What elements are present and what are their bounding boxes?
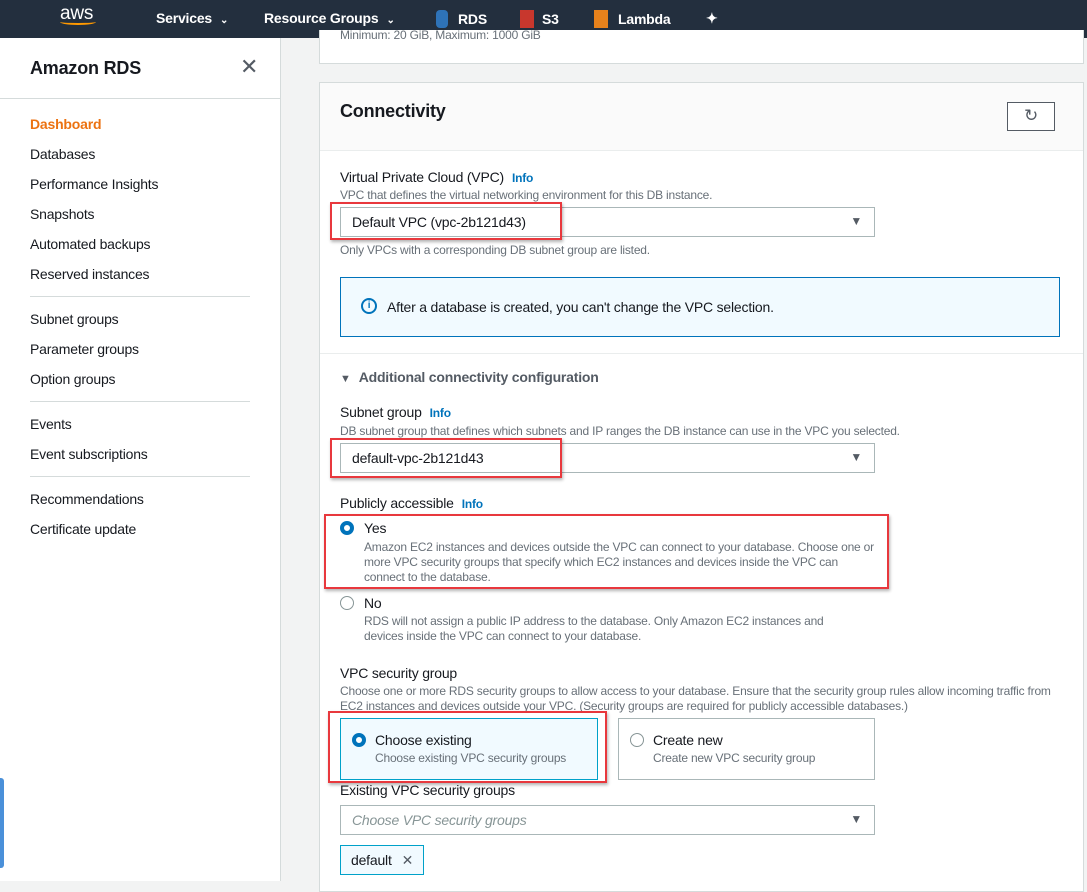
sidebar-title: Amazon RDS (30, 58, 142, 78)
create-new-label: Create new (653, 732, 723, 748)
subnet-label: Subnet group Info (340, 404, 451, 420)
alert-text: After a database is created, you can't c… (387, 299, 774, 315)
vpc-description: VPC that defines the virtual networking … (340, 188, 713, 202)
chevron-down-icon: ⌄ (386, 15, 395, 26)
refresh-icon: ↻ (1023, 106, 1039, 125)
sidebar-item-certificate-update[interactable]: Certificate update (30, 521, 136, 537)
divider (320, 353, 1083, 354)
existing-sg-placeholder: Choose VPC security groups (352, 812, 527, 828)
rds-label: RDS (458, 11, 487, 27)
public-label-text: Publicly accessible (340, 495, 454, 511)
sidebar-item-events[interactable]: Events (30, 416, 72, 432)
public-no-label: No (364, 595, 382, 611)
token-label: default (351, 852, 392, 868)
divider (30, 296, 250, 297)
create-new-desc: Create new VPC security group (653, 751, 816, 765)
sidebar-item-automated-backups[interactable]: Automated backups (30, 236, 151, 252)
s3-shortcut[interactable]: S3 (520, 10, 559, 28)
lambda-shortcut[interactable]: Lambda (594, 10, 671, 28)
vpc-info-link[interactable]: Info (512, 171, 533, 185)
chevron-down-icon: ⌄ (220, 15, 229, 26)
sidebar-item-snapshots[interactable]: Snapshots (30, 206, 95, 222)
public-label: Publicly accessible Info (340, 495, 483, 511)
vpc-info-alert: i After a database is created, you can't… (340, 277, 1060, 337)
subnet-description: DB subnet group that defines which subne… (340, 424, 900, 438)
connectivity-title: Connectivity (340, 101, 446, 121)
public-no-description: RDS will not assign a public IP address … (364, 614, 824, 643)
highlight-box (328, 711, 607, 783)
refresh-button[interactable]: ↻ (1007, 102, 1055, 131)
sidebar-item-reserved-instances[interactable]: Reserved instances (30, 266, 150, 282)
s3-label: S3 (542, 11, 559, 27)
existing-sg-label: Existing VPC security groups (340, 782, 515, 798)
services-menu[interactable]: Services ⌄ (156, 10, 228, 26)
additional-config-label: Additional connectivity configuration (358, 369, 599, 385)
s3-icon (520, 10, 534, 28)
sg-label: VPC security group (340, 665, 458, 681)
additional-config-toggle[interactable]: ▼ Additional connectivity configuration (340, 369, 599, 385)
create-new-tile[interactable]: Create new Create new VPC security group (618, 718, 875, 780)
resource-groups-menu[interactable]: Resource Groups ⌄ (264, 10, 395, 26)
divider (0, 98, 280, 99)
sidebar-item-recommendations[interactable]: Recommendations (30, 491, 144, 507)
vpc-label: Virtual Private Cloud (VPC) Info (340, 169, 533, 185)
vpc-label-text: Virtual Private Cloud (VPC) (340, 169, 504, 185)
existing-sg-select[interactable]: Choose VPC security groups ▼ (340, 805, 875, 835)
divider (30, 476, 250, 477)
caret-down-icon: ▼ (340, 373, 351, 385)
dropdown-arrow-icon: ▼ (850, 812, 862, 826)
sg-description: Choose one or more RDS security groups t… (340, 684, 1051, 713)
feedback-tab[interactable] (0, 778, 4, 868)
highlight-box (324, 514, 889, 589)
create-new-radio[interactable] (630, 733, 644, 747)
rds-shortcut[interactable]: RDS (436, 10, 487, 28)
remove-token-icon[interactable]: ✕ (402, 852, 414, 868)
public-info-link[interactable]: Info (462, 497, 483, 511)
previous-panel: Minimum: 20 GiB, Maximum: 1000 GiB (319, 30, 1084, 64)
services-label: Services (156, 10, 213, 26)
subnet-info-link[interactable]: Info (430, 406, 451, 420)
resource-groups-label: Resource Groups (264, 10, 379, 26)
rds-icon (436, 10, 448, 28)
subnet-label-text: Subnet group (340, 404, 422, 420)
close-icon[interactable]: ✕ (240, 54, 258, 80)
dropdown-arrow-icon: ▼ (850, 450, 862, 464)
vpc-hint: Only VPCs with a corresponding DB subnet… (340, 243, 650, 257)
sidebar-item-databases[interactable]: Databases (30, 146, 95, 162)
sidebar-item-subnet-groups[interactable]: Subnet groups (30, 311, 119, 327)
sidebar: Amazon RDS ✕ Dashboard Databases Perform… (0, 38, 281, 881)
sidebar-item-parameter-groups[interactable]: Parameter groups (30, 341, 139, 357)
highlight-box (330, 202, 562, 240)
aws-logo-text: aws (60, 3, 94, 24)
info-icon: i (361, 298, 377, 314)
sg-token-default: default ✕ (340, 845, 425, 875)
sidebar-item-option-groups[interactable]: Option groups (30, 371, 116, 387)
public-no-radio[interactable] (340, 596, 354, 610)
aws-logo[interactable]: aws (60, 3, 96, 25)
lambda-label: Lambda (618, 11, 671, 27)
storage-hint: Minimum: 20 GiB, Maximum: 1000 GiB (340, 30, 541, 42)
pin-icon[interactable]: ✦ (706, 10, 718, 27)
highlight-box (330, 438, 562, 478)
sidebar-item-performance-insights[interactable]: Performance Insights (30, 176, 158, 192)
sidebar-item-event-subscriptions[interactable]: Event subscriptions (30, 446, 148, 462)
lambda-icon (594, 10, 608, 28)
divider (30, 401, 250, 402)
dropdown-arrow-icon: ▼ (850, 214, 862, 228)
sidebar-item-dashboard[interactable]: Dashboard (30, 116, 102, 132)
